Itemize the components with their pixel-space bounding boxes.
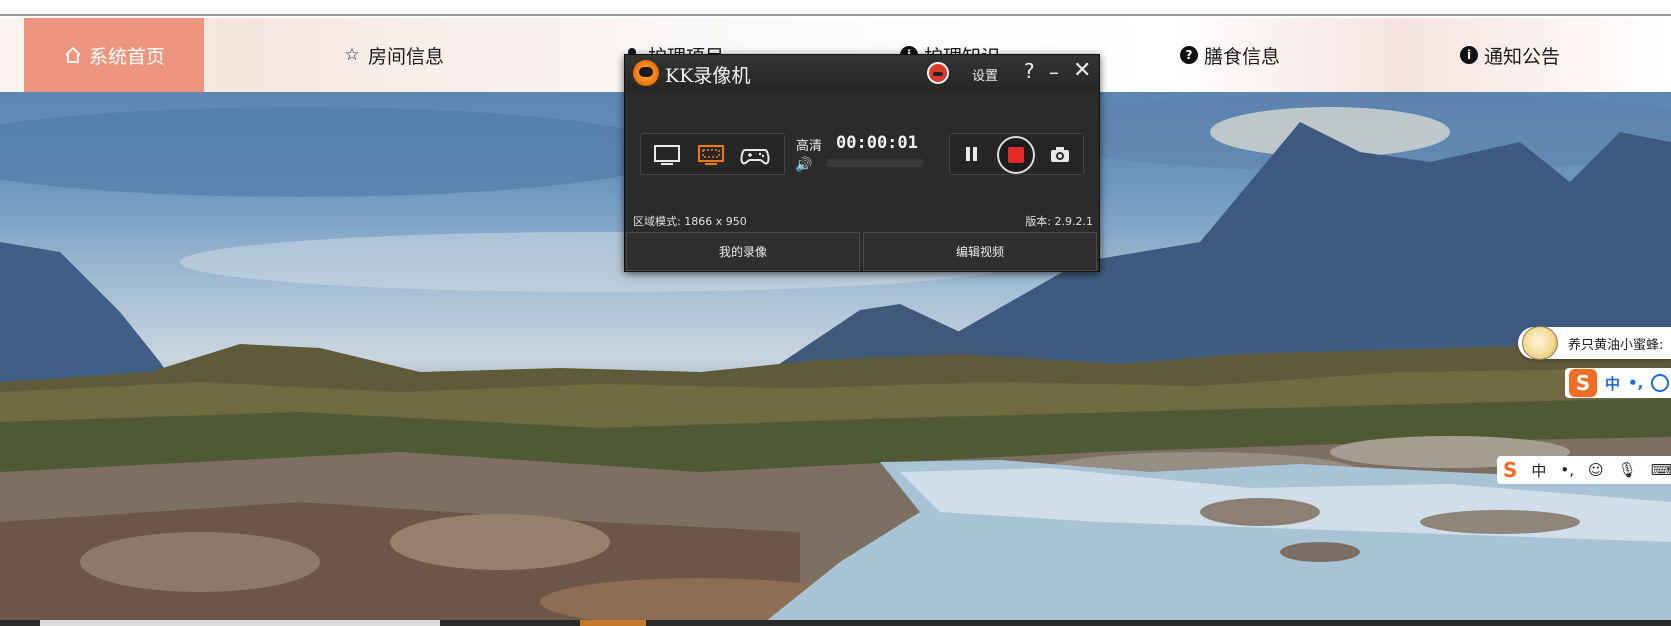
kk-titlebar[interactable]: KK录像机 设置 ? – ✕ [625,55,1099,91]
volume-slider[interactable] [827,159,923,167]
sogou-logo-icon[interactable]: S [1503,458,1517,482]
gamepad-icon [740,149,770,165]
nav-item-home[interactable]: 系统首页 [24,18,204,92]
region-mode-text: 区域模式: 1866 x 950 [633,215,747,228]
my-recordings-button[interactable]: 我的录像 [626,232,860,271]
ime-punctuation-toggle[interactable]: •, [1628,374,1643,392]
ime-language-toggle[interactable]: 中 [1531,460,1546,481]
keyboard-icon[interactable]: ⌨ [1651,461,1671,479]
ime-toolbar-small[interactable]: S 中 •, [1565,368,1671,398]
recording-controls [949,133,1084,175]
star-icon: ☆ [344,45,360,65]
camera-icon [1051,147,1069,162]
recording-timer: 00:00:01 [836,133,918,153]
emoji-icon[interactable]: ☺ [1588,461,1604,479]
region-icon [698,145,724,165]
ime-language-toggle[interactable]: 中 [1605,373,1620,394]
screenshot-button[interactable] [1050,146,1070,163]
pause-button[interactable] [961,144,981,164]
nav-item-rooms[interactable]: ☆ 房间信息 [342,18,444,92]
ime-punctuation-toggle[interactable]: •, [1560,461,1574,479]
emoji-icon[interactable] [1651,374,1670,392]
quality-label[interactable]: 高清 [796,135,822,154]
ime-mascot-icon [1522,326,1558,360]
speaker-icon[interactable]: 🔊 [795,157,812,173]
microphone-icon[interactable]: 🎙 [1618,461,1637,479]
fullscreen-mode-button[interactable] [651,141,683,169]
version-text: 版本: 2.9.2.1 [1025,215,1093,228]
kk-logo-icon [633,60,659,86]
nav-item-label: 系统首页 [88,45,165,68]
settings-button[interactable]: 设置 [972,65,998,84]
stop-record-button[interactable] [997,136,1035,174]
nav-item-notices[interactable]: i 通知公告 [1460,18,1560,92]
bottom-progress-strip [0,620,1671,626]
capture-mode-group [640,133,785,175]
bottom-strip-segment [40,620,440,626]
nav-item-meals[interactable]: ? 膳食信息 [1180,18,1280,92]
nav-item-label: 膳食信息 [1204,45,1281,68]
question-icon: ? [1180,46,1198,64]
sogou-logo-icon[interactable]: S [1569,369,1597,397]
kk-recorder-window: KK录像机 设置 ? – ✕ 高清 🔊 00:00:01 区域模式: 1866 … [624,54,1100,272]
close-button[interactable]: ✕ [1073,58,1091,83]
region-mode-button[interactable] [695,141,727,169]
monitor-icon [654,145,680,165]
info-icon: i [1460,46,1478,64]
nav-item-label: 房间信息 [368,45,445,68]
edit-video-button[interactable]: 编辑视频 [863,232,1097,271]
home-icon [63,45,83,65]
browser-top-strip [0,0,1671,16]
kk-mascot-icon[interactable] [927,62,949,84]
kk-app-name: KK录像机 [665,65,751,87]
help-button[interactable]: ? [1024,59,1035,83]
nav-item-label: 通知公告 [1484,45,1561,68]
ime-toolbar-large[interactable]: S 中 •, ☺ 🎙 ⌨ [1497,456,1671,484]
bottom-strip-segment [580,620,646,626]
ime-tip-text: 养只黄油小蜜蜂: [1568,338,1664,353]
minimize-button[interactable]: – [1049,60,1059,84]
game-mode-button[interactable] [739,141,771,169]
